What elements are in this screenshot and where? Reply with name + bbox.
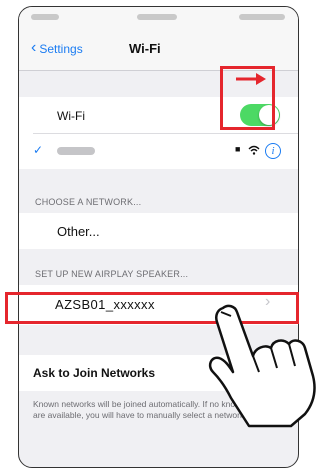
back-label: Settings [39, 42, 83, 56]
info-icon[interactable]: i [265, 143, 281, 159]
network-name-blurred [57, 147, 95, 155]
navigation-bar: ‹ Settings Wi-Fi [19, 29, 298, 71]
hand-pointer-icon [208, 304, 316, 428]
back-button[interactable]: ‹ Settings [31, 39, 83, 57]
wifi-label: Wi-Fi [57, 109, 85, 123]
arrow-right-icon [236, 73, 266, 85]
networks-group: Other... [19, 213, 298, 249]
chevron-left-icon: ‹ [31, 39, 37, 56]
battery-indicator [239, 14, 285, 20]
checkmark-icon: ✓ [33, 143, 44, 157]
status-bar [19, 7, 298, 29]
airplay-section-header: SET UP NEW AIRPLAY SPEAKER... [35, 269, 189, 279]
page-title: Wi-Fi [129, 41, 161, 56]
choose-network-header: CHOOSE A NETWORK... [35, 197, 142, 207]
lock-icon: ■ [235, 144, 241, 154]
other-network-label: Other... [57, 224, 100, 239]
other-network-row[interactable]: Other... [19, 213, 298, 249]
signal-indicator [31, 14, 59, 20]
connected-network-row[interactable]: ✓ ■ i [19, 133, 298, 169]
ask-join-label: Ask to Join Networks [33, 366, 156, 380]
wifi-signal-icon [248, 145, 260, 155]
clock [137, 14, 177, 20]
